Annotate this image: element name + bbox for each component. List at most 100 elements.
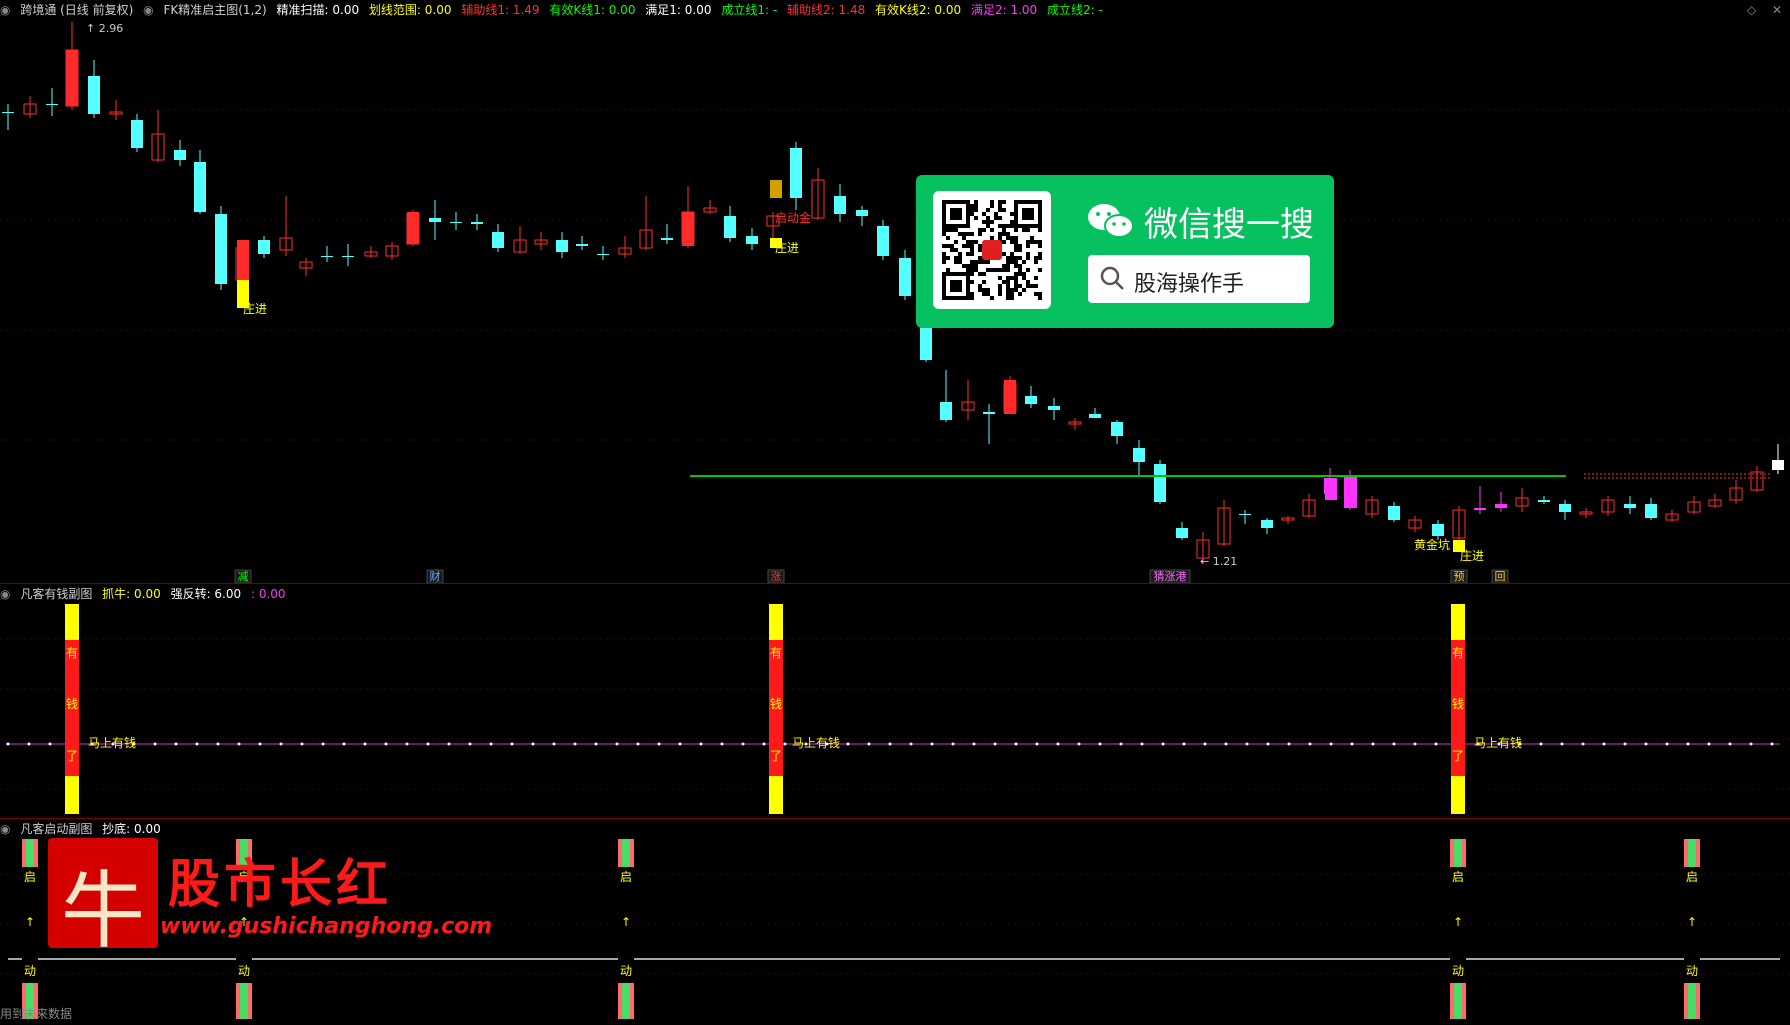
qr-module (942, 244, 946, 248)
qr-module (1038, 228, 1042, 232)
money-line-label: 马上有钱 (792, 735, 840, 750)
money-line-dot (1077, 742, 1081, 746)
qr-module (998, 204, 1002, 208)
qr-module (946, 244, 950, 248)
qr-module (954, 260, 958, 264)
qr-module (962, 236, 966, 240)
qr-module (954, 256, 958, 260)
qr-module (998, 200, 1002, 204)
money-bar-bottom (1451, 776, 1465, 814)
main-chart-pane[interactable]: ◉ 跨境通 (日线 前复权) ◉ FK精准启主图(1,2) 精准扫描: 0.00… (0, 0, 1790, 583)
qr-module (998, 284, 1002, 288)
qr-finder-center (950, 280, 962, 292)
qr-module (970, 260, 974, 264)
money-bar-bottom (65, 776, 79, 814)
money-line-dot (468, 742, 472, 746)
money-line-dot (510, 742, 514, 746)
qr-module (982, 292, 986, 296)
collapse-icon[interactable]: ◉ (0, 822, 10, 836)
brand-title: 股市长红 (168, 854, 393, 915)
launch-bar-bottom-inner (622, 983, 630, 1019)
gold-marker-bar (770, 180, 782, 198)
qr-finder-center (950, 208, 962, 220)
candle-body (899, 258, 911, 296)
launch-bar-top-inner (1688, 839, 1696, 867)
money-line-dot (48, 742, 52, 746)
qr-module (1006, 288, 1010, 292)
ad-search-box[interactable]: 股海操作手 (1088, 255, 1310, 303)
qr-module (1022, 228, 1026, 232)
money-line-dot (153, 742, 157, 746)
qr-module (946, 236, 950, 240)
qr-module (966, 244, 970, 248)
wechat-ad-banner[interactable]: 微信搜一搜 股海操作手 (916, 175, 1334, 328)
price-high-label: ↑ 2.96 (86, 22, 123, 35)
qr-module (1002, 200, 1006, 204)
candle-body (1624, 504, 1636, 508)
qr-module (1002, 240, 1006, 244)
money-line-dot (300, 742, 304, 746)
pane2-header-item-3: : 0.00 (250, 587, 286, 601)
zhuang-jin-label: 庄进 (243, 301, 267, 316)
qr-module (1006, 264, 1010, 268)
qr-module (966, 264, 970, 268)
candle-body (88, 76, 100, 114)
money-line-dot (867, 742, 871, 746)
launch-bar-top-inner (622, 839, 630, 867)
golden-pit-label: 黄金坑 (1414, 537, 1450, 552)
money-line-dot (1266, 742, 1270, 746)
qr-module (998, 216, 1002, 220)
qr-module (982, 280, 986, 284)
money-line-dot (1182, 742, 1186, 746)
ad-title: 微信搜一搜 (1144, 205, 1314, 245)
candle-body (856, 210, 868, 216)
qr-module (966, 232, 970, 236)
candle-body (877, 226, 889, 256)
qr-module (1022, 288, 1026, 292)
qr-module (1014, 260, 1018, 264)
money-line-dot (384, 742, 388, 746)
qr-module (1038, 256, 1042, 260)
money-line-dot (1434, 742, 1438, 746)
bottom-tag-label: 财 (430, 569, 441, 583)
qr-module (978, 272, 982, 276)
qr-module (974, 264, 978, 268)
candle-body (258, 240, 270, 254)
qr-module (1002, 208, 1006, 212)
qr-module (1006, 224, 1010, 228)
qr-module (998, 236, 1002, 240)
qr-module (990, 228, 994, 232)
qr-module (1010, 256, 1014, 260)
qr-module (1022, 276, 1026, 280)
candle-body (746, 236, 758, 244)
collapse-icon[interactable]: ◉ (0, 587, 10, 601)
launch-bar-top-inner (26, 839, 34, 867)
candle-body (1559, 504, 1571, 512)
qr-module (962, 244, 966, 248)
candle-body (1025, 396, 1037, 404)
money-line-dot (951, 742, 955, 746)
money-indicator-pane[interactable]: 有钱了马上有钱有钱了马上有钱有钱了马上有钱 ◉ 凡客有钱副图 抓牛: 0.00 … (0, 584, 1790, 818)
money-line-dot (1644, 742, 1648, 746)
qr-module (986, 220, 990, 224)
candlestick-chart[interactable]: ↑ 2.96← 1.21庄进启动金庄进黄金坑庄进减财涨猜涨港预回 (0, 0, 1790, 583)
zhuang-jin-label: 庄进 (775, 240, 799, 255)
qr-module (1010, 260, 1014, 264)
candle-body (450, 222, 462, 223)
candle-body (471, 222, 483, 224)
pane2-header: ◉ 凡客有钱副图 抓牛: 0.00 强反转: 6.00 : 0.00 (0, 584, 1790, 604)
qr-module (986, 260, 990, 264)
qr-module (970, 292, 974, 296)
qr-module (1022, 272, 1026, 276)
money-line-dot (972, 742, 976, 746)
qr-module (970, 280, 974, 284)
qr-module (1006, 268, 1010, 272)
bottom-tag-label: 预 (1454, 570, 1465, 583)
launch-top-char: 启 (1452, 870, 1464, 884)
qr-module (970, 296, 974, 300)
launch-bottom-char: 动 (238, 964, 250, 978)
money-line-dot (1119, 742, 1123, 746)
qr-module (1038, 292, 1042, 296)
qr-module (1018, 284, 1022, 288)
qr-module (986, 208, 990, 212)
